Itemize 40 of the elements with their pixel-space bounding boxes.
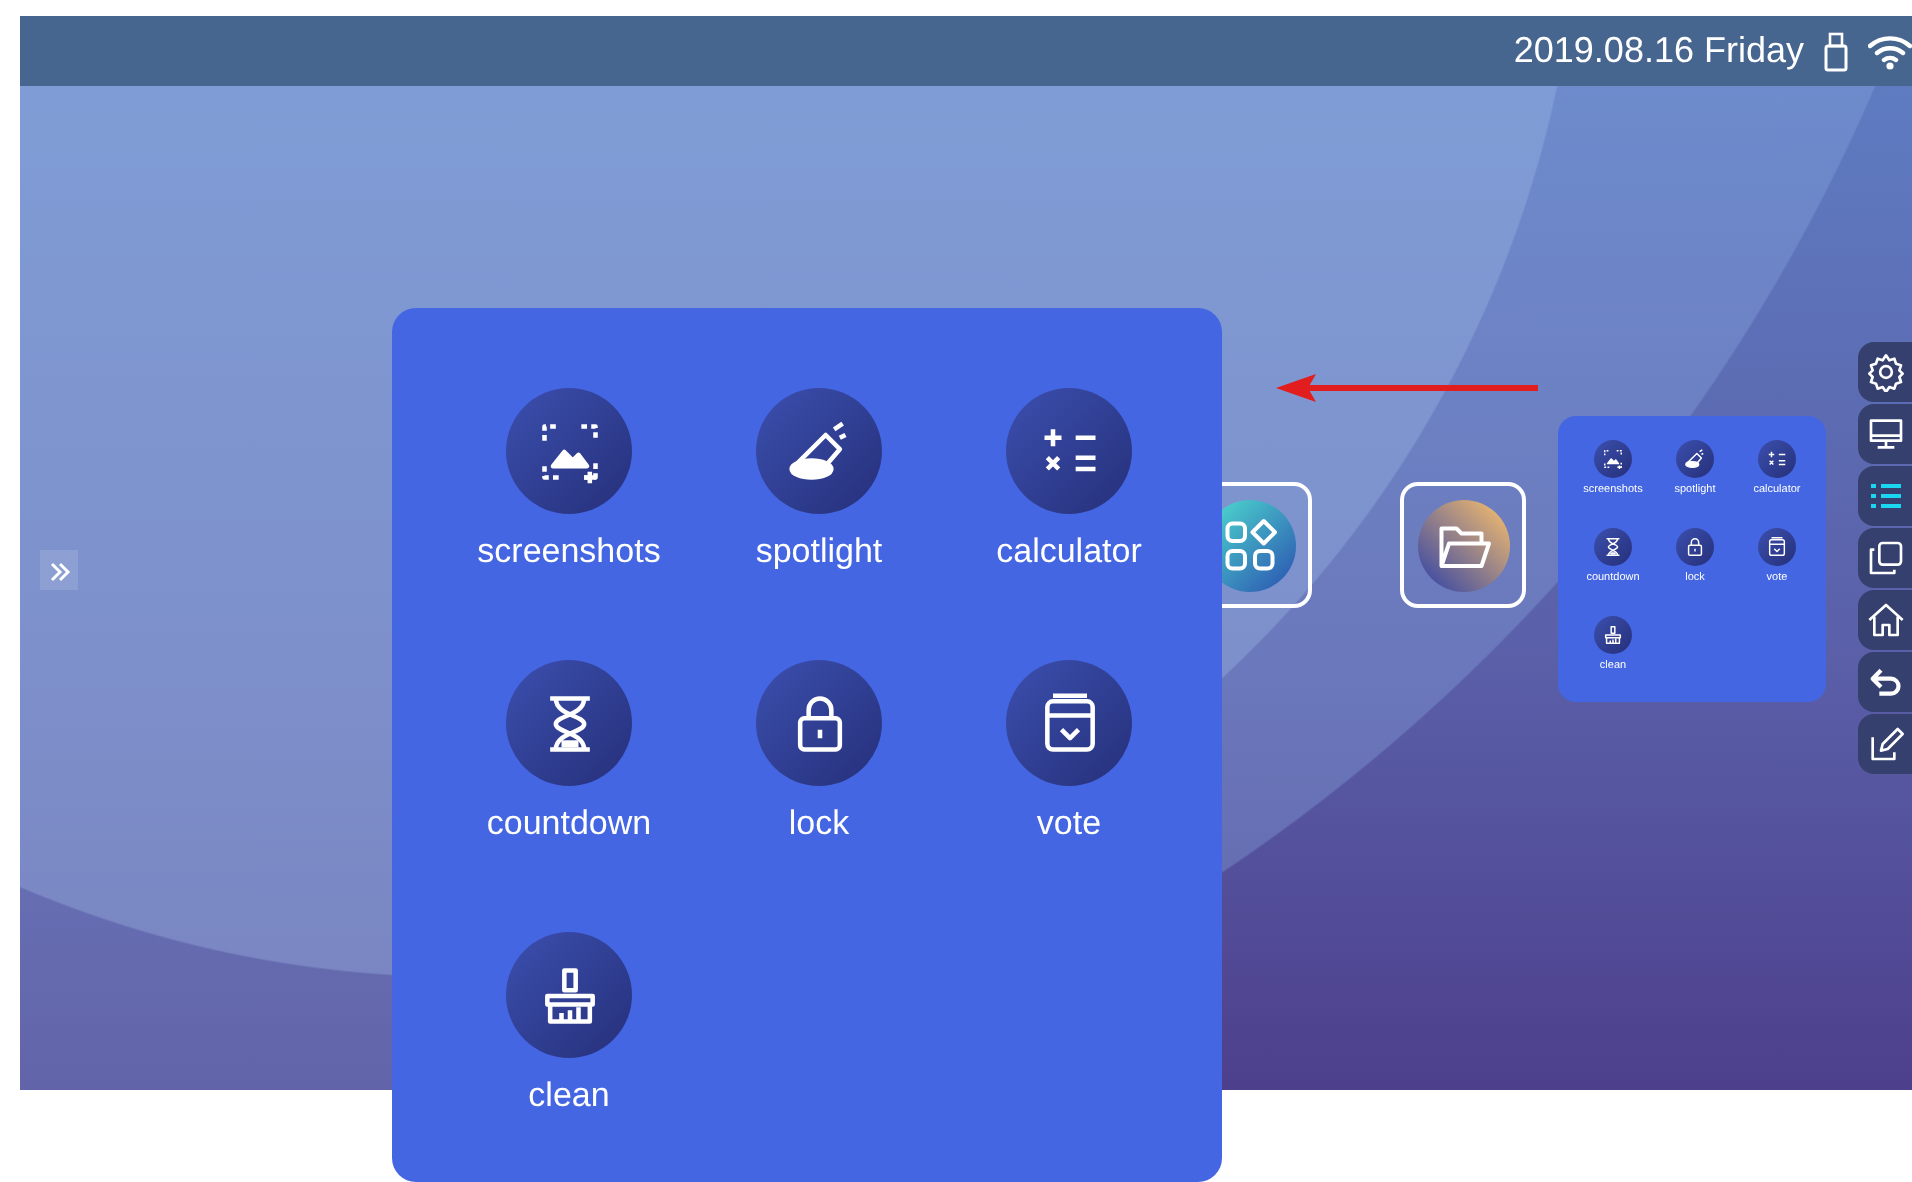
toolbar-button[interactable] [1858,528,1912,588]
tool-button[interactable] [1758,528,1796,566]
calculator-icon [1766,448,1788,470]
lock-icon [1684,536,1706,558]
tool-label: countdown [486,802,652,846]
tool-button[interactable] [1594,616,1632,654]
copy-icon [1865,538,1905,578]
settings-icon [1865,352,1905,392]
double-chevron-icon [47,560,71,585]
tool-label: clean [528,1074,610,1118]
screenshot-icon [1602,448,1624,470]
tool-label: lock [788,802,850,846]
usb-icon [1824,31,1848,71]
app-tile[interactable] [1400,482,1526,608]
date-text: 2019.08.16 Friday [1513,28,1804,74]
tool-button[interactable] [1594,528,1632,566]
tool-label: screenshots [477,530,661,574]
tool-label: spotlight [755,530,883,574]
brush-icon [1602,624,1624,646]
expand-button[interactable] [40,550,78,590]
toolbar-button[interactable] [1858,590,1912,650]
ballot-box-icon [1766,536,1788,558]
edit-icon [1865,724,1905,764]
home-icon [1865,600,1905,640]
toolbar-button[interactable] [1858,652,1912,712]
tool-button[interactable] [1676,528,1714,566]
app-grid-icon [1219,515,1279,575]
monitor-icon [1865,414,1905,454]
spotlight-icon [1684,448,1706,470]
toolbar-button[interactable] [1858,714,1912,774]
tool-button[interactable] [1594,440,1632,478]
toolbar-button[interactable] [1858,466,1912,526]
hourglass-icon [1602,536,1624,558]
toolbar-button[interactable] [1858,404,1912,464]
toolbar-button[interactable] [1858,342,1912,402]
tool-label: calculator [996,530,1142,574]
tool-button[interactable] [1758,440,1796,478]
wifi-icon [1868,33,1912,69]
tool-button[interactable] [1676,440,1714,478]
tool-label: vote [1036,802,1102,846]
